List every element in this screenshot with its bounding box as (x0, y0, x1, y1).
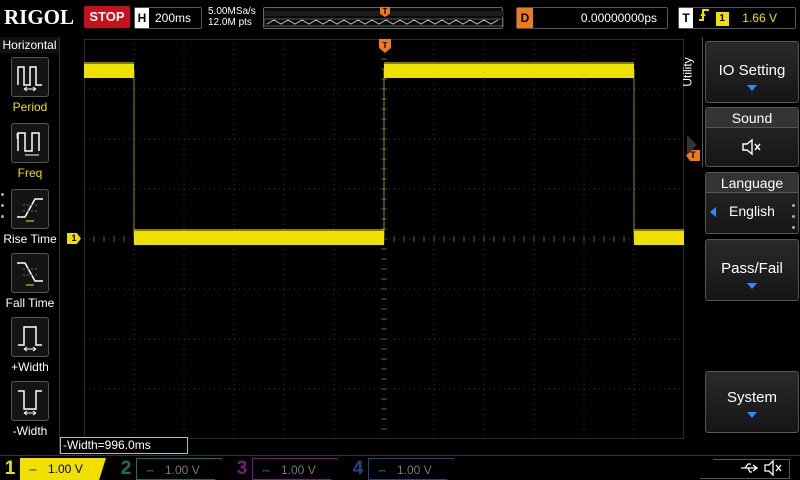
measure-negative-width[interactable]: -Width (0, 381, 60, 438)
speaker-muted-icon (706, 138, 798, 161)
trigger-marker-label: T (383, 41, 388, 50)
language-value-row: English (706, 203, 798, 219)
rigol-logo: RIGOL (4, 5, 75, 29)
utility-tab[interactable]: Utility (681, 37, 703, 167)
measure-fall-time[interactable]: Fall Time (0, 253, 60, 310)
io-setting-button[interactable]: IO Setting (705, 41, 799, 103)
horizontal-timebase[interactable]: H 200ms (134, 7, 202, 29)
measure-rise-time[interactable]: Rise Time (0, 189, 60, 246)
channel-1-scale: 1.00 V (48, 462, 83, 476)
chevron-down-icon (747, 283, 757, 289)
positive-width-icon (11, 317, 49, 357)
horizontal-measure-menu: Horizontal Period f Freq Rise Time Fall … (0, 37, 60, 455)
measurement-readout: -Width=996.0ms (60, 437, 188, 454)
channel-1-scale-box: ⎓ 1.00 V (20, 458, 106, 480)
rising-edge-icon (696, 8, 712, 28)
channel-status-bar: 1 ⎓ 1.00 V 2 ⎓ 1.00 V 3 ⎓ 1.00 V 4 ⎓ 1.00 V (0, 455, 800, 480)
pass-fail-button[interactable]: Pass/Fail (705, 239, 799, 301)
language-label: Language (706, 173, 798, 193)
io-setting-label: IO Setting (718, 62, 786, 79)
pass-fail-label: Pass/Fail (721, 260, 783, 277)
rise-time-label: Rise Time (3, 232, 57, 246)
trigger-chip: T (679, 8, 693, 28)
positive-width-label: +Width (11, 360, 49, 374)
channel-2-scale-box: ⎓ 1.00 V (136, 458, 222, 480)
delay-value: 0.00000000ps (580, 11, 657, 25)
page-indicator (1, 193, 5, 226)
acquisition-info: 5.00MSa/s 12.0M pts (208, 6, 256, 28)
trigger-position-marker[interactable]: T (379, 39, 391, 53)
period-icon (11, 57, 49, 97)
waveform-segment-3 (634, 231, 684, 245)
measure-period[interactable]: Period (0, 57, 60, 114)
graticule (84, 39, 684, 439)
chevron-down-icon (747, 412, 757, 418)
utility-tab-label: Utility (680, 57, 695, 87)
fall-time-label: Fall Time (5, 296, 55, 310)
measure-positive-width[interactable]: +Width (0, 317, 60, 374)
delay-chip: D (517, 8, 533, 28)
channel-4-number: 4 (352, 458, 364, 479)
delay-box[interactable]: D 0.00000000ps (516, 7, 668, 29)
channel-3-status[interactable]: 3 ⎓ 1.00 V (232, 458, 342, 480)
channel-2-scale: 1.00 V (165, 463, 200, 477)
freq-label: Freq (17, 166, 43, 180)
waveform-display[interactable] (84, 39, 684, 439)
language-button[interactable]: Language English (705, 172, 799, 234)
negative-width-label: -Width (12, 424, 48, 438)
channel-2-number: 2 (120, 458, 132, 479)
language-value: English (729, 203, 775, 219)
dc-coupling-icon: ⎓ (378, 466, 386, 476)
utility-menu: Utility IO Setting Sound Language Englis… (681, 37, 800, 455)
sound-button[interactable]: Sound (705, 107, 799, 167)
dc-coupling-icon: ⎓ (29, 465, 37, 475)
system-button[interactable]: System (705, 371, 799, 433)
memory-depth: 12.0M pts (208, 17, 252, 28)
negative-width-icon (11, 381, 49, 421)
tab-pointer-icon (687, 135, 697, 155)
usb-icon (739, 460, 759, 479)
channel-4-scale-box: ⎓ 1.00 V (368, 458, 454, 480)
trigger-level: 1.66 V (742, 11, 777, 25)
waveform-noise (134, 229, 384, 231)
waveform-noise (634, 229, 684, 231)
system-label: System (726, 389, 777, 406)
chevron-left-icon (710, 207, 716, 217)
memory-overview-bar[interactable]: T (263, 7, 504, 29)
chevron-down-icon (747, 85, 757, 91)
run-stop-status[interactable]: STOP (84, 6, 130, 28)
dc-coupling-icon: ⎓ (146, 466, 154, 476)
waveform-noise (384, 62, 634, 64)
frequency-icon: f (11, 123, 49, 163)
waveform-noise (84, 62, 134, 64)
channel-3-scale: 1.00 V (281, 463, 316, 477)
channel-1-status[interactable]: 1 ⎓ 1.00 V (0, 458, 110, 480)
system-status-icons (700, 459, 790, 479)
horizontal-chip: H (135, 8, 149, 28)
page-indicator (792, 204, 795, 237)
trigger-box[interactable]: T 1 1.66 V (678, 7, 796, 29)
period-label: Period (12, 100, 48, 114)
waveform-segment-2 (384, 64, 634, 78)
channel-1-number: 1 (4, 458, 16, 479)
menu-title: Horizontal (0, 37, 59, 53)
channel-1-offset-marker[interactable]: 1 (67, 233, 81, 244)
sample-rate: 5.00MSa/s (208, 6, 256, 17)
top-status-bar: RIGOL STOP H 200ms 5.00MSa/s 12.0M pts T … (0, 0, 800, 36)
trigger-source: 1 (715, 12, 729, 26)
sound-label: Sound (706, 108, 798, 128)
speaker-muted-icon (763, 459, 785, 479)
dc-coupling-icon: ⎓ (262, 466, 270, 476)
channel-4-scale: 1.00 V (397, 463, 432, 477)
rise-time-icon (11, 189, 49, 229)
waveform-segment-1 (134, 231, 384, 245)
channel-3-scale-box: ⎓ 1.00 V (252, 458, 338, 480)
channel-4-status[interactable]: 4 ⎓ 1.00 V (348, 458, 458, 480)
fall-time-icon (11, 253, 49, 293)
measure-frequency[interactable]: f Freq (0, 123, 60, 180)
waveform-segment-0 (84, 64, 134, 78)
channel-2-status[interactable]: 2 ⎓ 1.00 V (116, 458, 226, 480)
channel-3-number: 3 (236, 458, 248, 479)
timebase-value: 200ms (155, 11, 192, 25)
